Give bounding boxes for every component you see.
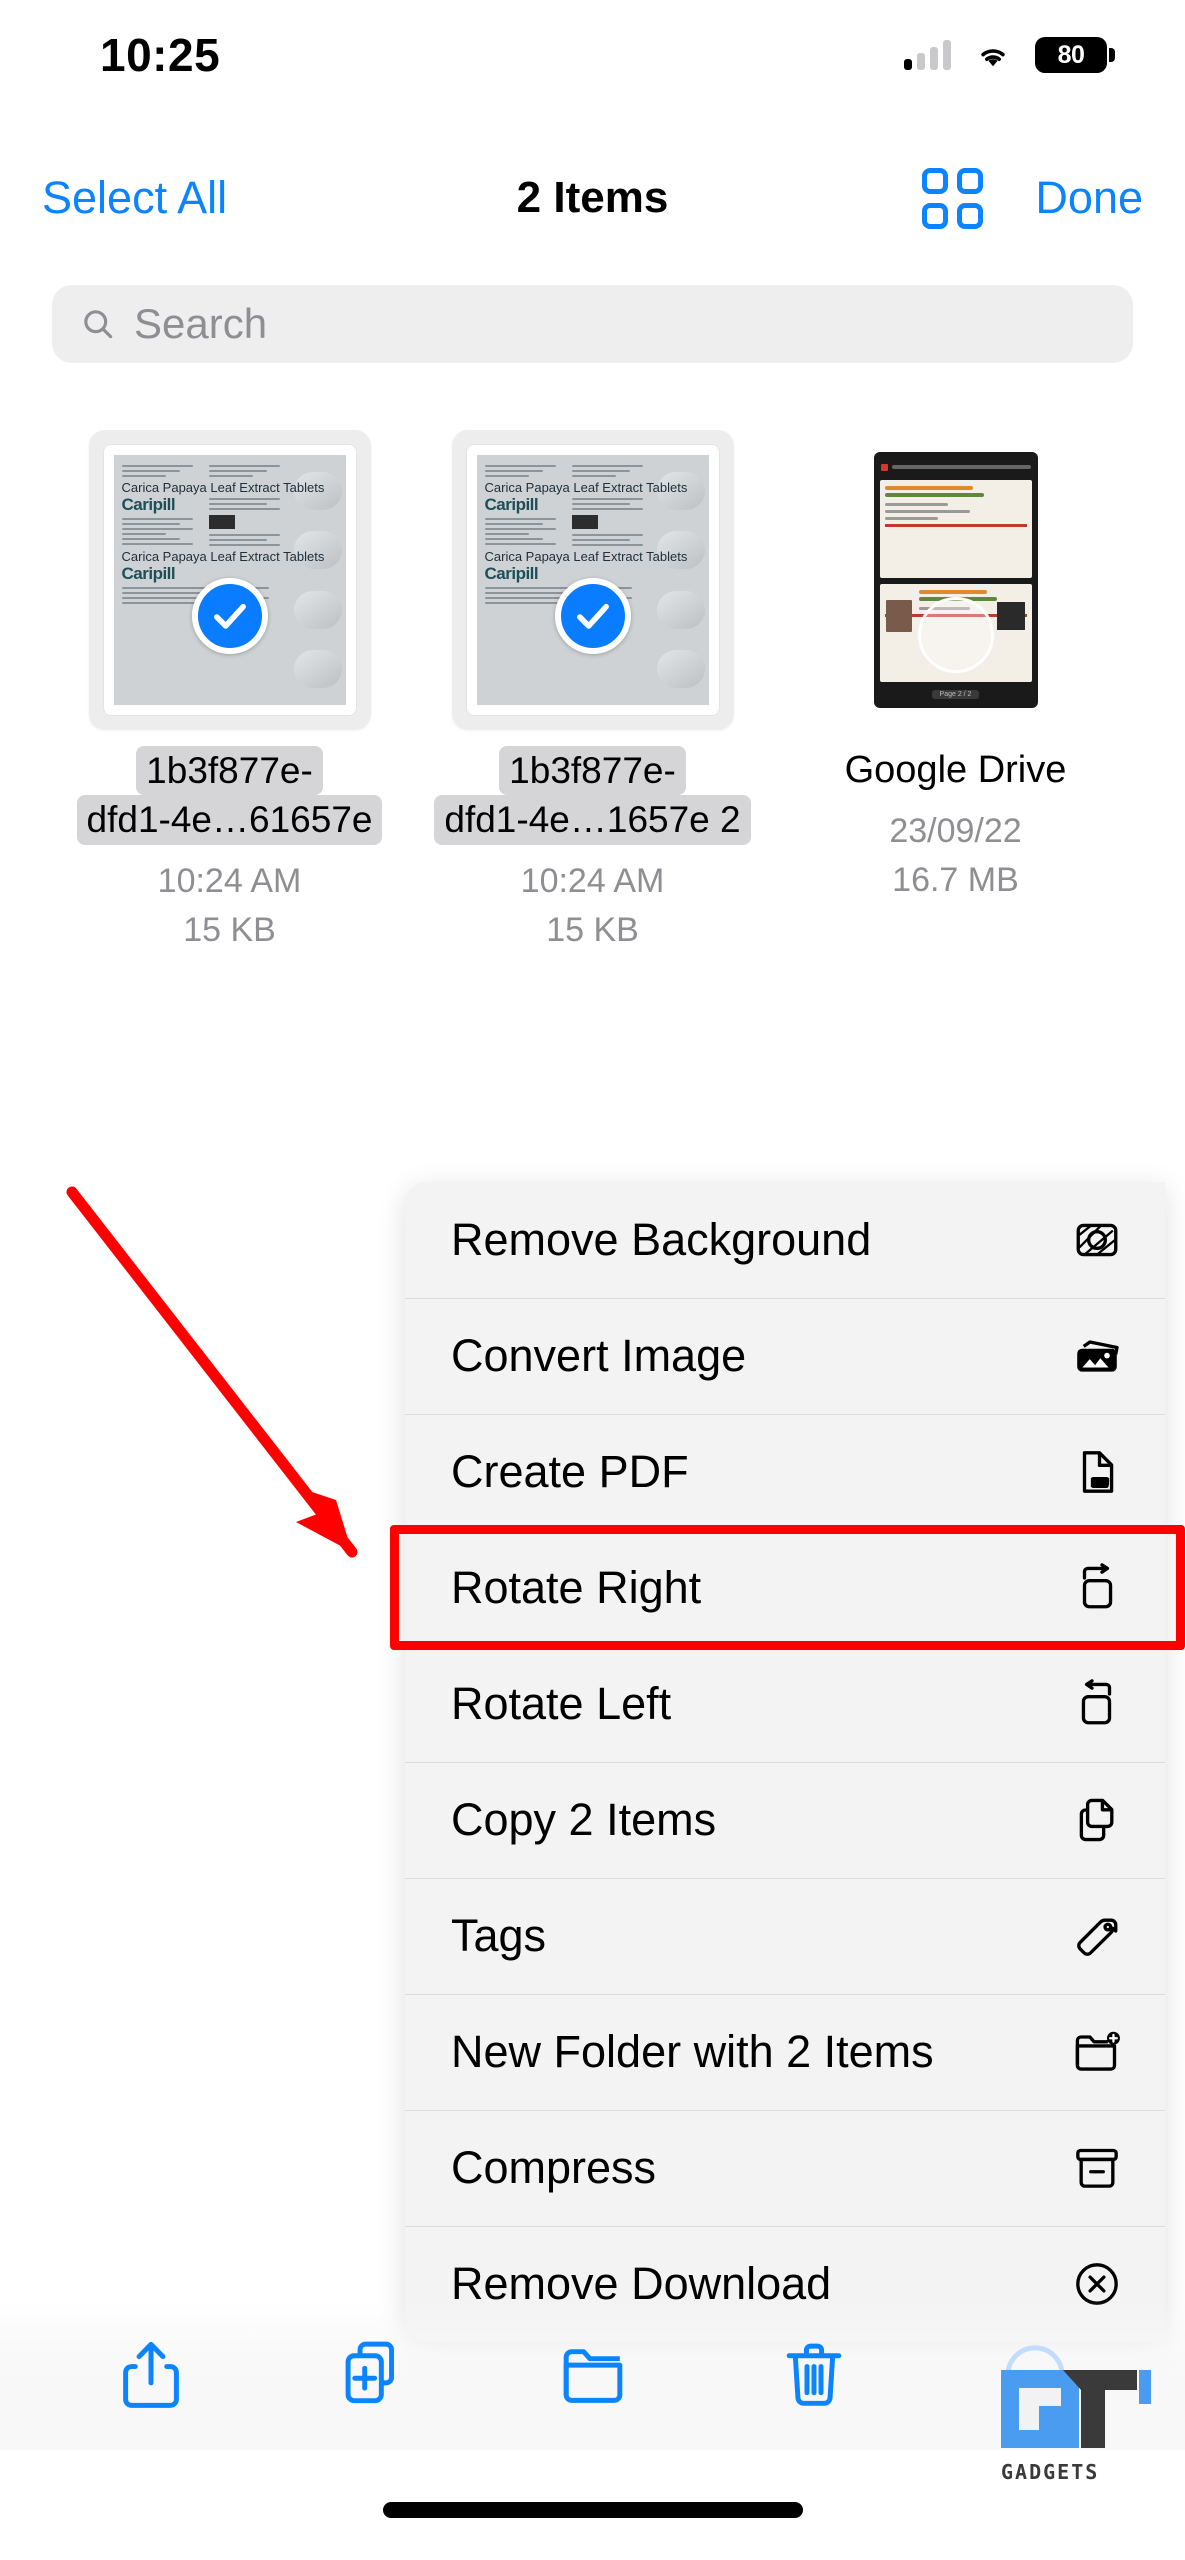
gt-logo [1001,2370,1151,2448]
select-all-button[interactable]: Select All [42,172,227,223]
menu-item-create-pdf[interactable]: Create PDF PDF [405,1414,1165,1530]
file-thumbnail[interactable]: Carica Papaya Leaf Extract Tablets Carip… [88,430,371,730]
menu-item-label: Rotate Right [451,1562,702,1613]
thumbnail-title-2: Carica Papaya Leaf Extract Tablets [484,549,688,564]
menu-item-rotate-left[interactable]: Rotate Left [405,1646,1165,1762]
battery-icon: 80 [1035,37,1115,73]
file-thumbnail[interactable]: Page 2 / 2 [815,430,1097,730]
menu-item-label: Tags [451,1910,547,1961]
annotation-arrow [66,1186,358,1558]
file-thumbnail[interactable]: Carica Papaya Leaf Extract Tablets Carip… [451,430,734,730]
done-button[interactable]: Done [1035,172,1143,224]
home-indicator[interactable] [382,2502,803,2518]
compress-icon [1071,2142,1123,2194]
thumbnail-brand-2: Caripill [121,564,176,583]
file-time: 10:24 AM [157,861,302,900]
convert-image-icon [1071,1330,1123,1382]
status-indicators: 80 [904,37,1115,73]
search-input[interactable]: Search [52,285,1133,363]
duplicate-icon [345,2341,394,2404]
thumbnail-brand: Caripill [484,495,539,514]
file-name-line-1: 1b3f877e- [136,746,323,796]
share-icon [122,2341,179,2408]
thumbnail-brand: Caripill [121,495,176,514]
file-name-line-1: 1b3f877e- [499,746,686,796]
rotate-right-icon [1071,1562,1123,1614]
remove-background-icon [1071,1214,1123,1266]
menu-item-tags[interactable]: Tags [405,1878,1165,1994]
menu-item-label: New Folder with 2 Items [451,2026,934,2077]
status-bar: 10:25 80 [0,0,1185,110]
delete-button[interactable] [759,2320,869,2430]
thumbnail-title: Carica Papaya Leaf Extract Tablets [484,480,688,495]
file-date: 23/09/22 [889,811,1022,850]
selection-checkmark[interactable] [554,578,631,654]
thumbnail-footer: Page 2 / 2 [931,689,980,699]
file-name: Google Drive [845,746,1067,795]
status-time: 10:25 [100,29,221,81]
menu-item-compress[interactable]: Compress [405,2110,1165,2226]
menu-item-convert-image[interactable]: Convert Image [405,1298,1165,1414]
watermark: GADGETS [1001,2370,1161,2484]
file-name-line-1: Google Drive [844,749,1067,791]
menu-item-label: Copy 2 Items [451,1794,717,1845]
thumbnail-title: Carica Papaya Leaf Extract Tablets [121,480,325,495]
file-name: 1b3f877e- dfd1-4e…1657e 2 [434,746,751,845]
create-pdf-icon: PDF [1071,1446,1123,1498]
battery-level: 80 [1057,40,1085,69]
share-button[interactable] [96,2320,206,2430]
thumbnail-image: Page 2 / 2 [873,452,1038,708]
search-placeholder: Search [134,300,268,347]
menu-item-label: Rotate Left [451,1678,672,1729]
copy-icon [1071,1794,1123,1846]
thumbnail-brand-2: Caripill [484,564,539,583]
folder-icon [563,2349,622,2403]
duplicate-button[interactable] [317,2320,427,2430]
file-meta: 23/09/22 16.7 MB [889,807,1021,906]
menu-item-new-folder[interactable]: New Folder with 2 Items [405,1994,1165,2110]
cellular-signal-icon [904,40,951,70]
grid-view-icon[interactable] [922,167,984,229]
watermark-text: GADGETS [1001,2460,1100,2484]
menu-item-remove-background[interactable]: Remove Background [405,1182,1165,1298]
menu-item-label: Create PDF [451,1446,689,1497]
menu-item-rotate-right[interactable]: Rotate Right [405,1530,1165,1646]
iphone-screen: 10:25 80 Select All 2 Items Done Search … [0,0,1185,2560]
menu-item-label: Compress [451,2142,657,2193]
file-meta: 10:24 AM 15 KB [521,857,665,956]
navigation-bar: Select All 2 Items Done [0,150,1185,246]
search-icon [84,310,113,339]
search-container: Search [0,285,1185,363]
file-name-line-2: dfd1-4e…1657e 2 [434,795,751,845]
trash-icon [786,2343,841,2406]
new-folder-icon [1071,2026,1123,2078]
file-meta: 10:24 AM 15 KB [158,857,302,956]
file-name-line-2: dfd1-4e…61657e [76,795,383,845]
menu-item-copy[interactable]: Copy 2 Items [405,1762,1165,1878]
move-to-folder-button[interactable] [538,2320,648,2430]
file-size: 15 KB [546,911,639,950]
svg-text:PDF: PDF [1092,1479,1108,1488]
file-item[interactable]: Page 2 / 2 Google Drive 23/09/22 16.7 MB [774,430,1137,955]
rotate-left-icon [1071,1678,1123,1730]
menu-item-label: Remove Background [451,1214,872,1265]
menu-item-label: Convert Image [451,1330,747,1381]
selection-checkmark[interactable] [191,578,268,654]
file-item[interactable]: Carica Papaya Leaf Extract Tablets Carip… [411,430,774,955]
wifi-icon [981,49,1005,67]
file-grid: Carica Papaya Leaf Extract Tablets Carip… [0,430,1185,955]
file-item[interactable]: Carica Papaya Leaf Extract Tablets Carip… [48,430,411,955]
context-menu: Remove Background Convert Image Create P… [405,1182,1165,2342]
file-size: 16.7 MB [892,860,1019,899]
file-time: 10:24 AM [520,861,665,900]
thumbnail-title-2: Carica Papaya Leaf Extract Tablets [121,549,325,564]
tag-icon [1071,1910,1123,1962]
file-size: 15 KB [183,911,276,950]
file-name: 1b3f877e- dfd1-4e…61657e [76,746,383,845]
